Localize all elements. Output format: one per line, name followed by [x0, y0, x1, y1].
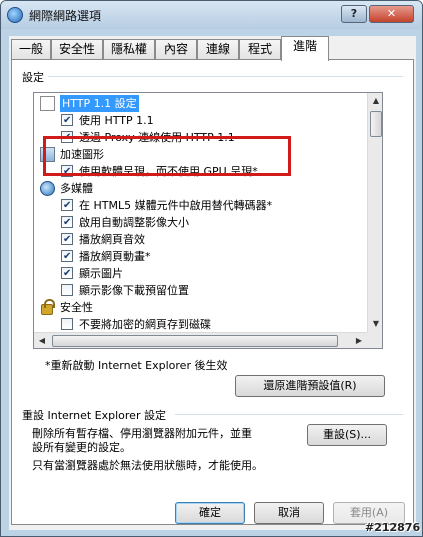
option-label: 使用 HTTP 1.1: [79, 114, 154, 127]
scrollbar-corner: [367, 332, 382, 348]
tab-privacy[interactable]: 隱私權: [103, 39, 155, 60]
checkbox[interactable]: [61, 197, 73, 214]
reset-warning: 只有當瀏覽器處於無法使用狀態時，才能使用。: [32, 459, 263, 472]
checkbox[interactable]: [61, 214, 73, 231]
tree-category-http[interactable]: HTTP 1.1 設定: [34, 95, 364, 112]
settings-group-label: 設定: [22, 71, 44, 84]
checkbox[interactable]: [61, 284, 73, 296]
window-title: 網際網路選項: [29, 9, 102, 23]
cancel-button[interactable]: 取消: [254, 502, 324, 524]
option-label: 啟用自動調整影像大小: [79, 216, 189, 229]
ok-button[interactable]: 確定: [175, 502, 245, 524]
tree-option[interactable]: 不要將加密的網頁存到磁碟: [34, 316, 364, 332]
tree-option[interactable]: 顯示影像下載預留位置: [34, 282, 364, 299]
checkbox[interactable]: [61, 112, 73, 129]
globe-icon: [7, 7, 23, 23]
help-button[interactable]: ?: [341, 5, 367, 23]
tab-programs[interactable]: 程式: [239, 39, 281, 60]
dialog-client-area: 一般 安全性 隱私權 內容 連線 程式 進階 設定 HTTP 1.1 設定 使用: [9, 36, 416, 530]
restart-note: *重新啟動 Internet Explorer 後生效: [45, 359, 228, 372]
tree-category-security[interactable]: 安全性: [34, 299, 364, 316]
tree-option[interactable]: 播放網頁音效: [34, 231, 364, 248]
checkbox[interactable]: [61, 231, 73, 248]
tree-category-multimedia[interactable]: 多媒體: [34, 180, 364, 197]
tree-option[interactable]: 啟用自動調整影像大小: [34, 214, 364, 231]
settings-tree[interactable]: HTTP 1.1 設定 使用 HTTP 1.1 透過 Proxy 連線使用 HT…: [33, 92, 383, 349]
tree-option[interactable]: 在 HTML5 媒體元件中啟用替代轉碼器*: [34, 197, 364, 214]
option-label: 顯示影像下載預留位置: [79, 284, 189, 297]
title-bar[interactable]: 網際網路選項 ? ✕: [1, 1, 422, 29]
option-label: 透過 Proxy 連線使用 HTTP 1.1: [79, 131, 235, 144]
tab-strip: 一般 安全性 隱私權 內容 連線 程式 進階: [9, 36, 416, 61]
option-label: 在 HTML5 媒體元件中啟用替代轉碼器*: [79, 199, 273, 212]
tree-option[interactable]: 透過 Proxy 連線使用 HTTP 1.1: [34, 129, 364, 146]
reset-description-line2: 設所有變更的設定。: [32, 441, 131, 454]
scroll-up-arrow-icon[interactable]: ▲: [368, 93, 382, 109]
option-label: 播放網頁動畫*: [79, 250, 151, 263]
scroll-left-arrow-icon[interactable]: ◀: [34, 333, 50, 348]
tab-advanced[interactable]: 進階: [281, 36, 329, 61]
checkbox[interactable]: [61, 248, 73, 265]
category-label: 加速圖形: [60, 148, 104, 161]
multimedia-icon: [40, 181, 55, 196]
internet-options-window: 網際網路選項 ? ✕ 一般 安全性 隱私權 內容 連線 程式 進階 設定 HTT…: [0, 0, 423, 537]
graphics-icon: [40, 147, 55, 162]
option-label: 顯示圖片: [79, 267, 123, 280]
tree-option[interactable]: 顯示圖片: [34, 265, 364, 282]
tree-option[interactable]: 使用軟體呈現，而不使用 GPU 呈現*: [34, 163, 364, 180]
watermark: #212876: [365, 521, 421, 534]
horizontal-scroll-thumb[interactable]: [52, 335, 338, 347]
tab-content[interactable]: 內容: [155, 39, 197, 60]
settings-tree-content: HTTP 1.1 設定 使用 HTTP 1.1 透過 Proxy 連線使用 HT…: [34, 93, 367, 332]
tab-security[interactable]: 安全性: [51, 39, 103, 60]
vertical-scrollbar[interactable]: ▲ ▼: [367, 93, 382, 332]
tab-connections[interactable]: 連線: [197, 39, 239, 60]
tab-general[interactable]: 一般: [11, 39, 51, 60]
settings-divider: [48, 76, 403, 77]
reset-button[interactable]: 重設(S)...: [307, 424, 387, 446]
category-label: 多媒體: [60, 182, 93, 195]
vertical-scroll-thumb[interactable]: [370, 111, 382, 137]
checkbox[interactable]: [61, 318, 73, 330]
close-button[interactable]: ✕: [369, 5, 414, 23]
page-icon: [40, 96, 55, 111]
reset-divider: [175, 414, 403, 415]
advanced-tab-panel: 設定 HTTP 1.1 設定 使用 HTTP 1.1 透過 Proxy 連線使用…: [11, 59, 414, 525]
lock-icon: [41, 299, 55, 315]
checkbox[interactable]: [61, 129, 73, 146]
tree-category-graphics[interactable]: 加速圖形: [34, 146, 364, 163]
option-label: 不要將加密的網頁存到磁碟: [79, 318, 211, 331]
checkbox[interactable]: [61, 265, 73, 282]
scroll-right-arrow-icon[interactable]: ▶: [351, 333, 367, 348]
checkbox[interactable]: [61, 163, 73, 180]
category-label: 安全性: [60, 301, 93, 314]
horizontal-scrollbar[interactable]: ◀ ▶: [34, 332, 367, 348]
reset-group-label: 重設 Internet Explorer 設定: [22, 409, 166, 422]
tree-option[interactable]: 播放網頁動畫*: [34, 248, 364, 265]
restore-advanced-defaults-button[interactable]: 還原進階預設值(R): [235, 375, 385, 397]
scroll-down-arrow-icon[interactable]: ▼: [368, 316, 382, 332]
category-label: HTTP 1.1 設定: [60, 95, 139, 112]
tree-option[interactable]: 使用 HTTP 1.1: [34, 112, 364, 129]
option-label: 使用軟體呈現，而不使用 GPU 呈現*: [79, 165, 258, 178]
option-label: 播放網頁音效: [79, 233, 145, 246]
